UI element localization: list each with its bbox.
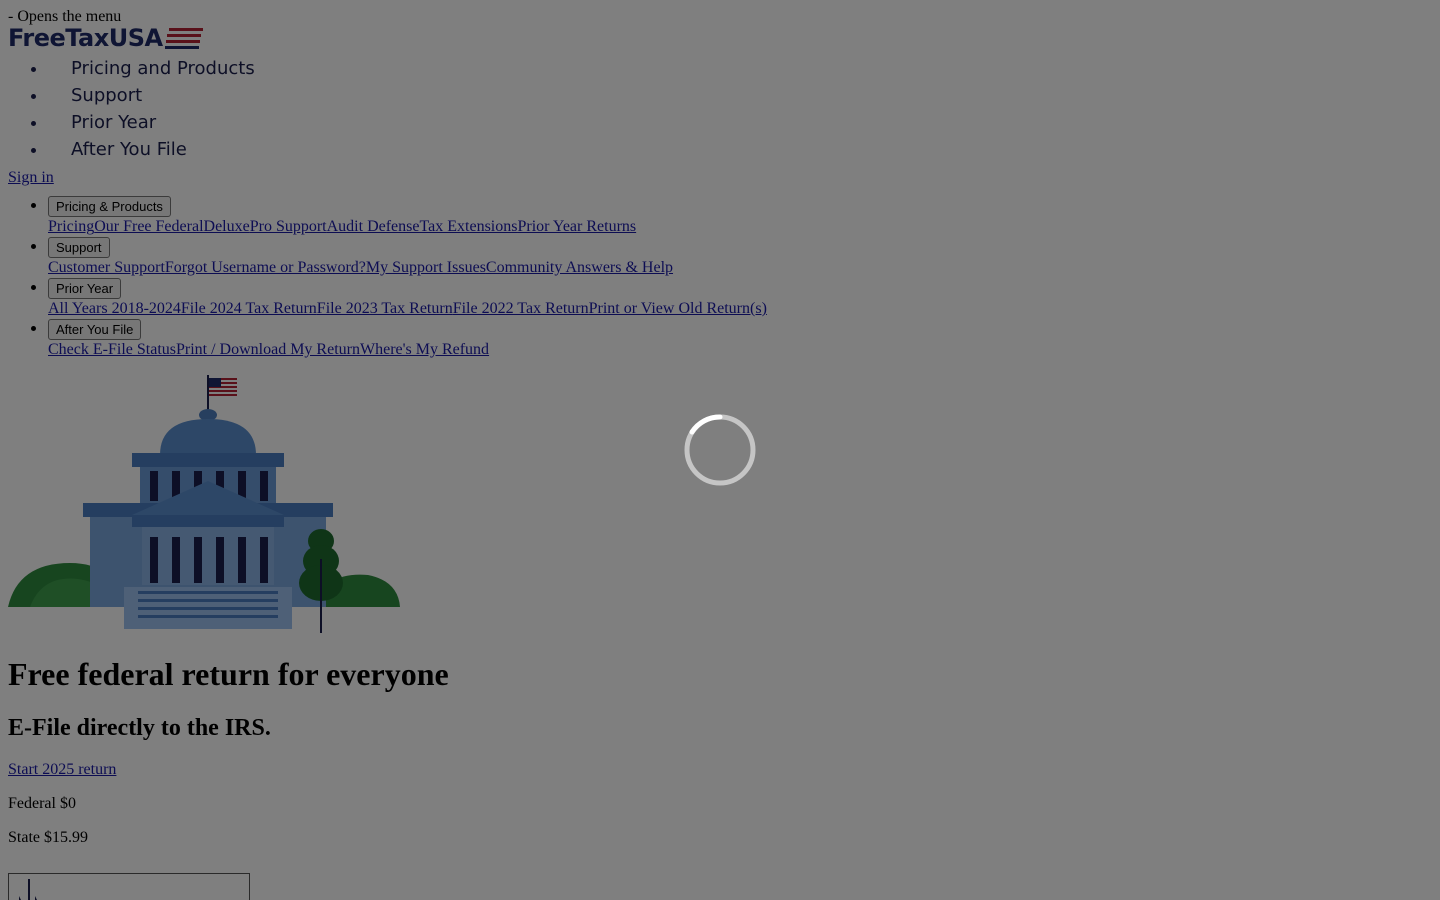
loading-spinner-icon — [684, 414, 756, 486]
loading-overlay — [0, 0, 1440, 900]
